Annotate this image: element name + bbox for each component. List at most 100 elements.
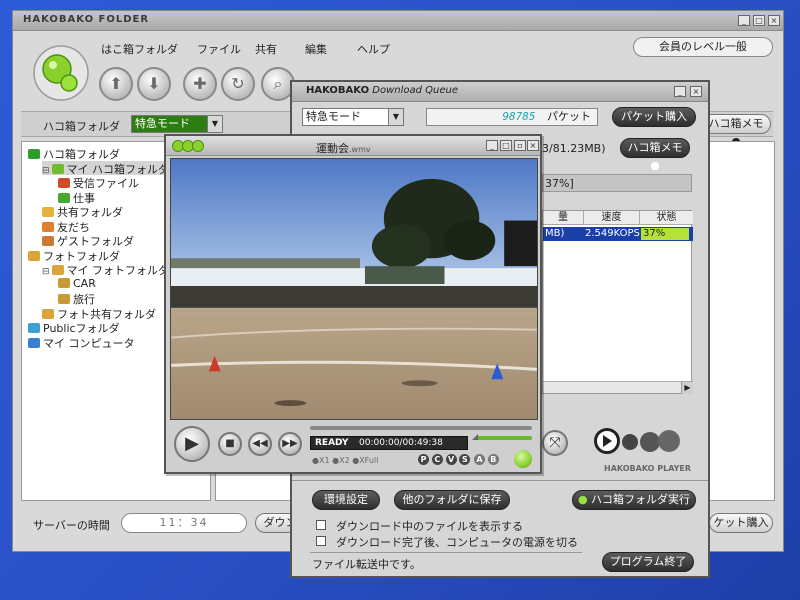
volume-slider[interactable] bbox=[476, 436, 532, 440]
tree-item[interactable]: ⊟ マイ ハコ箱フォルダ bbox=[42, 160, 170, 176]
tree-item[interactable]: 友だち bbox=[42, 219, 90, 234]
play-icon: ▶ bbox=[185, 433, 199, 454]
show-downloading-checkbox[interactable] bbox=[316, 520, 326, 530]
player-maximize-button[interactable]: □ bbox=[500, 140, 512, 151]
scroll-right-icon[interactable]: ▶ bbox=[681, 382, 693, 394]
packet-count: 98785 bbox=[502, 110, 536, 123]
tree-item[interactable]: ⊟ マイ フォトフォルダ bbox=[42, 262, 170, 277]
server-time-label: サーバーの時間 bbox=[33, 519, 110, 532]
a-point-button[interactable]: A bbox=[474, 454, 485, 465]
folder-icon bbox=[28, 149, 40, 159]
tree-item[interactable]: CAR bbox=[58, 277, 96, 291]
add-button[interactable]: ✚ bbox=[183, 67, 217, 101]
stop-button[interactable]: ■ bbox=[218, 432, 242, 456]
player-restore-button[interactable]: ▫ bbox=[514, 140, 526, 151]
run-folder-label: ハコ箱フォルダ実行 bbox=[591, 493, 691, 506]
tree-item[interactable]: フォト共有フォルダ bbox=[42, 306, 156, 321]
player-logo-icon bbox=[172, 140, 208, 152]
column-header-status[interactable]: 状態 bbox=[639, 211, 693, 225]
table-row[interactable]: MB) 2.549KOPS 37% bbox=[543, 227, 693, 241]
hakobako-green-icon[interactable] bbox=[514, 450, 532, 468]
play-triangle-icon bbox=[603, 435, 612, 447]
menu-share[interactable]: 共有 bbox=[255, 41, 277, 57]
letter-v-button[interactable]: V bbox=[445, 454, 457, 465]
letter-c-button[interactable]: C bbox=[431, 454, 443, 465]
stop-icon: ■ bbox=[225, 438, 235, 449]
maximize-button[interactable]: □ bbox=[753, 15, 765, 26]
expand-collapse-icon[interactable]: ⊟ bbox=[42, 267, 50, 277]
dq-memo-button[interactable]: ハコ箱メモ ● bbox=[620, 138, 690, 172]
tree-item[interactable]: 旅行 bbox=[58, 291, 95, 306]
zoom-x2[interactable]: X2 bbox=[339, 456, 350, 465]
dq-minimize-button[interactable]: _ bbox=[674, 86, 686, 97]
packet-buy-button[interactable]: パケット購入 bbox=[612, 107, 696, 127]
b-point-button[interactable]: B bbox=[487, 454, 499, 465]
menu-file[interactable]: ファイル bbox=[197, 41, 241, 57]
tree-item-label: 受信ファイル bbox=[73, 177, 139, 190]
refresh-button[interactable]: ↻ bbox=[221, 67, 255, 101]
tree-item-label: マイ コンピュータ bbox=[43, 336, 135, 350]
tree-item[interactable]: フォトフォルダ bbox=[28, 248, 120, 263]
folder-icon bbox=[42, 308, 54, 319]
tree-item[interactable]: ゲストフォルダ bbox=[42, 233, 134, 248]
column-header-speed[interactable]: 速度 bbox=[583, 211, 639, 225]
settings-button[interactable]: 環境設定 bbox=[312, 490, 380, 510]
tree-item-label: マイ フォトフォルダ bbox=[66, 264, 170, 277]
menu-edit[interactable]: 編集 bbox=[305, 41, 327, 57]
download-queue-list: 量 速度 状態 MB) 2.549KOPS 37% ▶ bbox=[542, 210, 693, 394]
tree-item[interactable]: 受信ファイル bbox=[58, 175, 139, 190]
column-header-size[interactable]: 量 bbox=[543, 211, 583, 225]
upload-button[interactable]: ⬆ bbox=[99, 67, 133, 101]
member-level-badge[interactable]: 会員のレベル一般 bbox=[633, 37, 773, 57]
folder-label: ハコ箱フォルダ bbox=[43, 120, 120, 133]
exit-program-button[interactable]: プログラム終了 bbox=[602, 552, 694, 572]
memo-button[interactable]: ハコ箱メモ ● bbox=[701, 114, 771, 148]
fast-forward-icon: ▶▶ bbox=[282, 438, 298, 449]
save-other-folder-button[interactable]: 他のフォルダに保存 bbox=[394, 490, 510, 510]
hakobako-logo-icon bbox=[33, 45, 89, 101]
hakobako-player-logo bbox=[594, 428, 704, 458]
tree-item[interactable]: 共有フォルダ bbox=[42, 204, 123, 219]
tree-item-label: CAR bbox=[73, 276, 96, 290]
fullscreen-button[interactable]: ⤧ bbox=[542, 430, 568, 456]
folder-icon bbox=[42, 221, 54, 232]
tree-item-label: ハコ箱フォルダ bbox=[43, 148, 120, 161]
letter-p-button[interactable]: P bbox=[418, 454, 429, 465]
letter-s-button[interactable]: S bbox=[459, 454, 471, 465]
run-folder-button[interactable]: ● ハコ箱フォルダ実行 bbox=[572, 490, 696, 510]
rewind-button[interactable]: ◀◀ bbox=[248, 432, 272, 456]
download-queue-title: HAKOBAKO Download Queue bbox=[306, 85, 458, 96]
minimize-button[interactable]: _ bbox=[738, 15, 750, 26]
tree-item-label: 旅行 bbox=[73, 293, 95, 306]
tree-item[interactable]: マイ コンピュータ bbox=[28, 335, 135, 350]
download-button[interactable]: ⬇ bbox=[137, 67, 171, 101]
menu-hakobako-folder[interactable]: はこ箱フォルダ bbox=[101, 41, 178, 57]
tree-item[interactable]: ハコ箱フォルダ bbox=[28, 146, 120, 161]
tree-item[interactable]: 仕事 bbox=[58, 190, 95, 205]
progress-field: 37%] bbox=[542, 174, 692, 192]
mode-select[interactable]: 特急モード ▼ bbox=[131, 115, 223, 133]
horizontal-scrollbar[interactable]: ▶ bbox=[543, 381, 693, 394]
server-time-value: 11：34 bbox=[159, 516, 209, 529]
zoom-x1[interactable]: X1 bbox=[319, 456, 330, 465]
zoom-full[interactable]: XFull bbox=[359, 456, 378, 465]
shutdown-checkbox[interactable] bbox=[316, 536, 326, 546]
settings-label: 環境設定 bbox=[324, 493, 368, 506]
dq-close-button[interactable]: × bbox=[690, 86, 702, 97]
folder-icon bbox=[58, 192, 70, 203]
play-button[interactable]: ▶ bbox=[174, 426, 210, 462]
transfer-status-text: ファイル転送中です。 bbox=[312, 558, 421, 571]
menu-help[interactable]: ヘルプ bbox=[357, 41, 390, 57]
fast-forward-button[interactable]: ▶▶ bbox=[278, 432, 302, 456]
packet-buy-button-main[interactable]: ケット購入 bbox=[709, 513, 773, 533]
video-frame[interactable] bbox=[170, 158, 538, 420]
seek-bar[interactable] bbox=[310, 426, 532, 430]
close-button[interactable]: × bbox=[768, 15, 780, 26]
tree-item-label: 共有フォルダ bbox=[57, 206, 123, 219]
player-close-button[interactable]: × bbox=[527, 140, 539, 151]
player-minimize-button[interactable]: _ bbox=[486, 140, 498, 151]
dq-mode-select[interactable]: 特急モード ▼ bbox=[302, 108, 404, 126]
packet-unit: パケット bbox=[547, 110, 591, 123]
tree-item[interactable]: Publicフォルダ bbox=[28, 320, 120, 335]
expand-collapse-icon[interactable]: ⊟ bbox=[42, 166, 50, 176]
